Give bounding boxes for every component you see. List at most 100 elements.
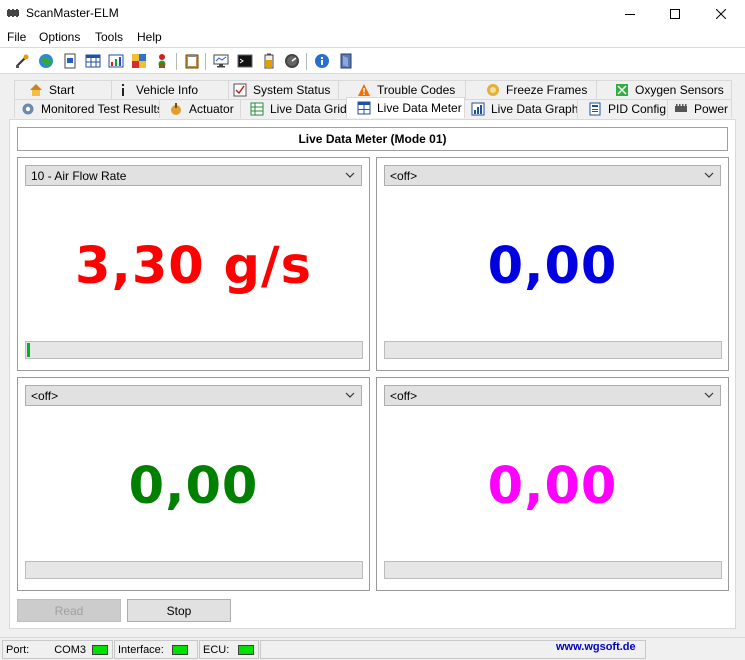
close-icon: [716, 8, 726, 19]
toolbar: [0, 47, 745, 74]
gauge-icon[interactable]: [131, 53, 147, 69]
tab-label: Live Data Meter: [377, 101, 462, 115]
meter-value: 3,30 g/s: [74, 237, 313, 296]
pid-select[interactable]: <off>: [384, 385, 721, 406]
tab-freeze-frames[interactable]: Freeze Frames: [465, 80, 597, 99]
toolbar-separator: [306, 53, 307, 70]
chart-icon[interactable]: [108, 53, 124, 69]
meter-progress-bar: [384, 341, 722, 359]
ecu-led-icon: [238, 644, 255, 655]
sensor-icon: [616, 84, 628, 96]
toolbar-separator: [176, 53, 177, 70]
page-title: Live Data Meter (Mode 01): [17, 127, 728, 151]
table-icon[interactable]: [85, 53, 101, 69]
traffic-light-icon[interactable]: [154, 53, 170, 69]
exit-icon[interactable]: [338, 53, 354, 69]
grid-icon: [250, 102, 264, 116]
chevron-down-icon: [345, 392, 355, 398]
close-button[interactable]: [698, 0, 744, 27]
house-icon: [30, 84, 42, 96]
pid-select-value: <off>: [390, 389, 418, 403]
tab-label: System Status: [253, 83, 331, 97]
tab-label: Oxygen Sensors: [635, 83, 724, 97]
tab-live-data-grid[interactable]: Live Data Grid: [240, 99, 347, 118]
window-title: ScanMaster-ELM: [26, 6, 119, 20]
power-icon: [675, 104, 687, 112]
meter-progress-bar: [25, 341, 363, 359]
meter-progress-fill: [27, 343, 30, 357]
tab-label: Vehicle Info: [136, 83, 199, 97]
warning-icon: [358, 84, 370, 96]
tab-actuator[interactable]: Actuator: [159, 99, 241, 118]
tab-vehicle-info[interactable]: Vehicle Info: [111, 80, 229, 99]
tab-label: PID Config: [608, 102, 667, 116]
menu-file[interactable]: File: [7, 30, 26, 44]
tab-label: Live Data Grid: [270, 102, 347, 116]
port-value: COM3: [54, 643, 87, 656]
title-bar: ScanMaster-ELM: [0, 0, 745, 27]
tab-label: Power: [694, 102, 729, 116]
maximize-button[interactable]: [652, 0, 698, 27]
meter-panel: <off> 0,00: [376, 157, 729, 371]
stop-button[interactable]: Stop: [127, 599, 231, 622]
monitor-icon[interactable]: [213, 53, 229, 69]
tab-live-data-graph[interactable]: Live Data Graph: [464, 99, 578, 118]
minimize-icon: [625, 13, 635, 15]
pid-select[interactable]: <off>: [25, 385, 362, 406]
clipboard-icon[interactable]: [184, 53, 200, 69]
meter-value: 0,00: [128, 457, 259, 516]
menu-help[interactable]: Help: [137, 30, 162, 44]
app-icon: [7, 9, 19, 17]
pid-select[interactable]: <off>: [384, 165, 721, 186]
tab-pid-config[interactable]: PID Config: [577, 99, 668, 118]
checklist-icon: [233, 83, 247, 97]
pid-select-value: 10 - Air Flow Rate: [31, 169, 127, 183]
website-link[interactable]: www.wgsoft.de: [556, 641, 636, 653]
terminal-icon[interactable]: [237, 53, 253, 69]
interface-led-icon: [171, 644, 188, 655]
minimize-button[interactable]: [607, 0, 653, 27]
dial-icon[interactable]: [284, 53, 300, 69]
interface-status: Interface:: [114, 640, 198, 659]
connect-icon[interactable]: [14, 53, 30, 69]
tab-start[interactable]: Start: [14, 80, 112, 99]
tab-label: Trouble Codes: [377, 83, 456, 97]
tab-power[interactable]: Power: [667, 99, 732, 118]
meter-value: 0,00: [487, 457, 618, 516]
port-label: Port:: [6, 643, 30, 656]
pid-select-value: <off>: [390, 169, 418, 183]
config-icon: [589, 102, 601, 116]
meter-progress-bar: [384, 561, 722, 579]
maximize-icon: [670, 8, 680, 19]
menu-bar: File Options Tools Help: [0, 27, 745, 47]
graph-icon: [471, 102, 485, 116]
meter-value: 0,00: [487, 237, 618, 296]
status-bar: Port: COM3 Interface: ECU: www.wgsoft.de: [0, 637, 745, 660]
tab-oxygen-sensors[interactable]: Oxygen Sensors: [596, 80, 732, 99]
snowflake-icon: [487, 84, 499, 96]
tab-monitored-test-results[interactable]: Monitored Test Results: [14, 99, 163, 118]
gear-icon: [22, 103, 34, 115]
tab-label: Start: [49, 83, 75, 97]
read-button[interactable]: Read: [17, 599, 121, 622]
tab-system-status[interactable]: System Status: [228, 80, 339, 99]
menu-tools[interactable]: Tools: [95, 30, 123, 44]
meter-panel: <off> 0,00: [376, 377, 729, 591]
tab-label: Actuator: [189, 102, 234, 116]
menu-options[interactable]: Options: [39, 30, 80, 44]
ecu-status: ECU:: [199, 640, 259, 659]
port-led-icon: [92, 644, 109, 655]
chevron-down-icon: [704, 172, 714, 178]
info-icon[interactable]: [314, 53, 330, 69]
chevron-down-icon: [345, 172, 355, 178]
battery-icon[interactable]: [261, 53, 277, 69]
globe-icon[interactable]: [38, 53, 54, 69]
meter-panel: 10 - Air Flow Rate 3,30 g/s: [17, 157, 370, 371]
toolbar-separator: [205, 53, 206, 70]
port-status: Port: COM3: [2, 640, 113, 659]
tab-live-data-meter[interactable]: Live Data Meter: [346, 97, 465, 118]
document-icon[interactable]: [62, 53, 78, 69]
tab-label: Freeze Frames: [506, 83, 588, 97]
ecu-label: ECU:: [203, 643, 230, 656]
pid-select[interactable]: 10 - Air Flow Rate: [25, 165, 362, 186]
